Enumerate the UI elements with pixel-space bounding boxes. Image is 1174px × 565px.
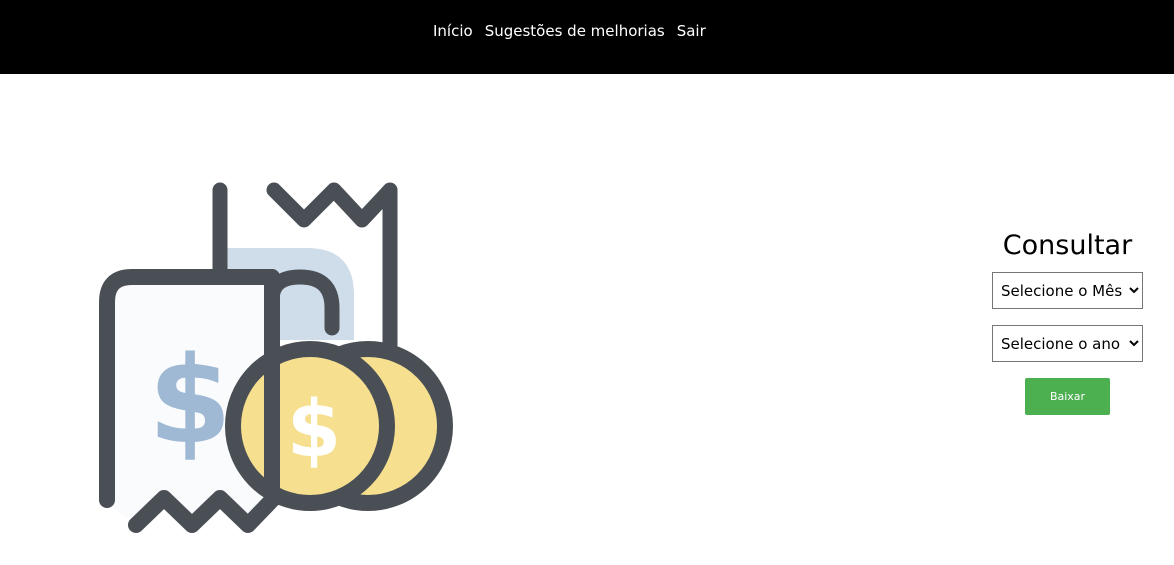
download-button[interactable]: Baixar (1025, 378, 1110, 415)
svg-text:$: $ (148, 332, 232, 471)
main-nav: Início Sugestões de melhorias Sair (433, 21, 706, 41)
top-navigation-bar: Início Sugestões de melhorias Sair (0, 0, 1174, 74)
nav-link-sugestoes[interactable]: Sugestões de melhorias (485, 21, 665, 41)
month-select[interactable]: Selecione o Mês (992, 272, 1143, 309)
consult-title: Consultar (1002, 230, 1133, 261)
consult-panel: Consultar Selecione o Mês Selecione o an… (985, 228, 1150, 415)
nav-link-inicio[interactable]: Início (433, 21, 473, 41)
year-select[interactable]: Selecione o ano (992, 325, 1143, 362)
svg-text:$: $ (287, 385, 341, 475)
receipt-with-coins-icon: $ $ (92, 180, 464, 550)
nav-link-sair[interactable]: Sair (677, 21, 706, 41)
